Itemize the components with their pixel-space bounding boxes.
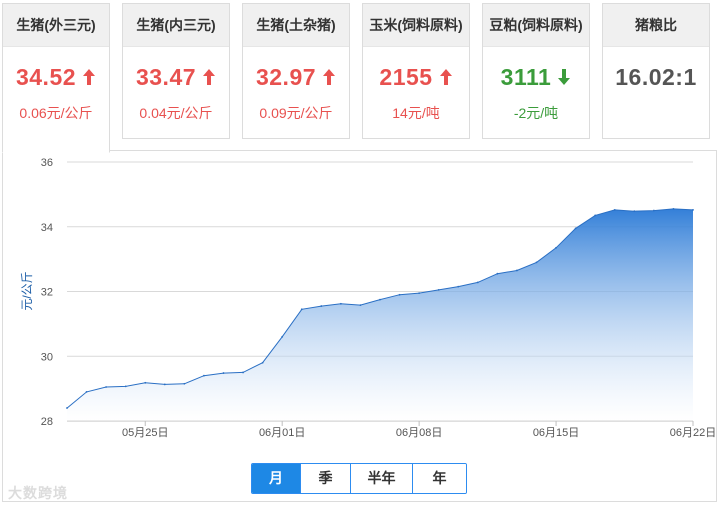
card-value-number: 3111	[500, 64, 552, 90]
card-value-number: 34.52	[15, 64, 77, 90]
data-point	[496, 272, 499, 275]
arrow-up-icon	[316, 64, 336, 90]
card-value: 33.47	[123, 64, 229, 91]
card-change: 0.04元/公斤	[139, 105, 213, 121]
price-area	[67, 208, 693, 421]
card-value-number: 32.97	[255, 64, 317, 90]
data-point	[476, 281, 479, 284]
card-value: 2155	[363, 64, 469, 91]
data-point	[672, 208, 675, 210]
card-value: 32.97	[243, 64, 349, 91]
data-point	[535, 261, 538, 264]
card-value: 3111	[483, 64, 589, 91]
card-title: 猪粮比	[603, 4, 709, 47]
data-point	[574, 227, 577, 230]
x-tick-label: 06月22日	[670, 427, 716, 439]
data-point	[652, 209, 655, 212]
card-value-number: 2155	[379, 64, 433, 90]
card-change: 0.09元/公斤	[259, 105, 333, 121]
data-point	[183, 382, 186, 385]
data-point	[437, 288, 440, 291]
chart-panel: 28 30 32 34 36 05月25日 06月01日 06月08日 06月15日 06月22日…	[2, 150, 717, 502]
price-card[interactable]: 猪粮比 16.02:1	[602, 3, 710, 139]
arrow-up-icon	[196, 64, 216, 90]
card-title: 豆粕(饲料原料)	[483, 4, 589, 47]
data-point	[222, 372, 225, 374]
watermark: 大数跨境	[8, 485, 68, 501]
y-tick-label: 32	[41, 287, 53, 299]
data-point	[281, 335, 284, 338]
price-card[interactable]: 生猪(内三元) 33.47 0.04元/公斤	[122, 3, 230, 139]
price-cards: 生猪(外三元) 34.52 0.06元/公斤 生猪(内三元) 33.47 0.04元/公斤…	[0, 0, 720, 153]
data-point	[105, 386, 108, 388]
price-card[interactable]: 豆粕(饲料原料) 3111 -2元/吨	[482, 3, 590, 139]
data-point	[379, 298, 381, 301]
arrow-up-icon	[76, 64, 96, 90]
data-point	[66, 407, 68, 409]
data-point	[418, 292, 421, 295]
price-card[interactable]: 生猪(土杂猪) 32.97 0.09元/公斤	[242, 3, 350, 139]
data-point	[261, 361, 264, 364]
data-point	[144, 381, 147, 384]
card-value-number: 33.47	[135, 64, 197, 90]
data-point	[85, 390, 88, 393]
tab-period[interactable]: 月	[252, 464, 300, 493]
x-tick-label: 05月25日	[122, 427, 168, 439]
card-change: 0.06元/公斤	[19, 105, 93, 121]
data-point	[516, 269, 518, 272]
x-tick-label: 06月15日	[533, 427, 579, 439]
y-axis-label: 元/公斤	[20, 271, 34, 310]
data-point	[594, 214, 597, 217]
data-point	[339, 302, 342, 305]
data-point	[320, 305, 323, 307]
y-tick-label: 36	[41, 157, 53, 169]
tab-period[interactable]: 年	[412, 464, 466, 493]
data-point	[124, 385, 127, 388]
data-point	[613, 209, 616, 211]
data-point	[359, 304, 362, 306]
data-point	[633, 210, 636, 213]
price-card[interactable]: 生猪(外三元) 34.52 0.06元/公斤	[2, 3, 110, 153]
x-tick-label: 06月08日	[396, 427, 442, 439]
tab-period[interactable]: 半年	[350, 464, 412, 493]
card-change: -2元/吨	[513, 105, 559, 121]
data-point	[555, 246, 557, 249]
card-value: 16.02:1	[603, 64, 709, 91]
data-point	[692, 209, 694, 211]
y-tick-label: 30	[41, 351, 53, 363]
card-change: 14元/吨	[392, 105, 440, 121]
data-point	[398, 293, 401, 296]
card-title: 生猪(土杂猪)	[243, 4, 349, 47]
data-point	[300, 308, 303, 311]
card-title: 生猪(外三元)	[3, 4, 109, 47]
price-chart: 28 30 32 34 36 05月25日 06月01日 06月08日 06月15日 06月22日…	[20, 157, 716, 439]
period-tabs: 月季半年年	[251, 463, 467, 494]
data-point	[163, 383, 166, 386]
tab-period[interactable]: 季	[300, 464, 350, 493]
card-value-number: 16.02:1	[615, 64, 697, 90]
card-title: 生猪(内三元)	[123, 4, 229, 47]
y-tick-label: 34	[41, 222, 53, 234]
price-card[interactable]: 玉米(饲料原料) 2155 14元/吨	[362, 3, 470, 139]
arrow-up-icon	[433, 64, 453, 90]
arrow-down-icon	[551, 64, 571, 90]
card-title: 玉米(饲料原料)	[363, 4, 469, 47]
card-value: 34.52	[3, 64, 109, 91]
data-point	[242, 371, 244, 374]
data-point	[203, 374, 205, 377]
data-point	[457, 285, 460, 288]
x-tick-label: 06月01日	[259, 427, 305, 439]
y-tick-label: 28	[41, 416, 53, 428]
